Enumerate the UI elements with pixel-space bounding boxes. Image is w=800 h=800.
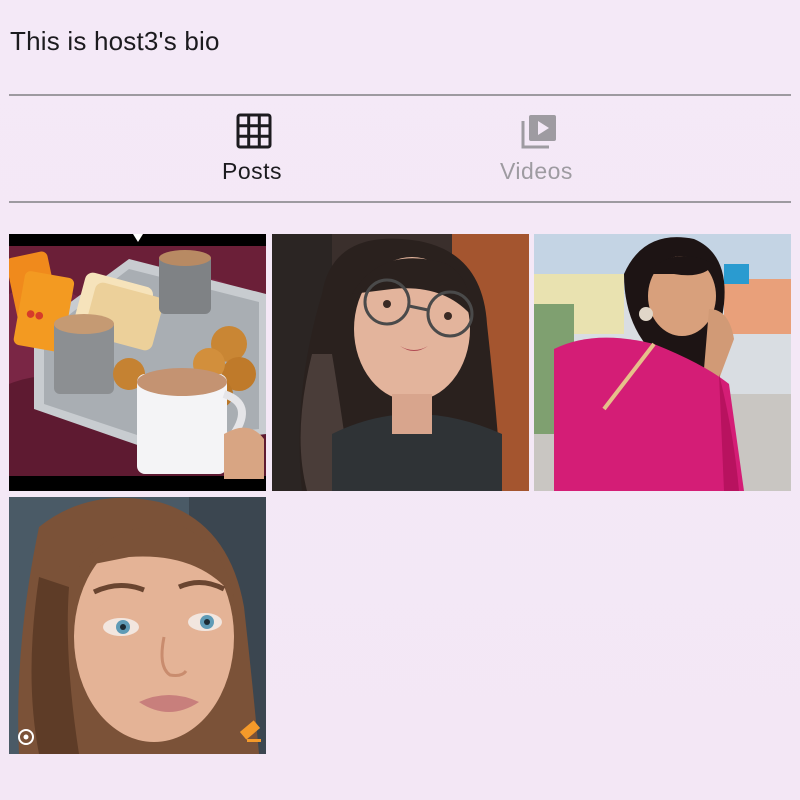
tab-videos-label: Videos [500,158,573,184]
video-library-icon [521,115,556,149]
grid-icon [236,113,272,149]
girl-with-glasses-photo [272,234,529,491]
profile-tabs: Posts Videos [9,96,791,201]
post-thumbnail[interactable] [9,497,266,754]
tab-videos[interactable]: Videos [400,96,791,201]
tab-posts-label: Posts [222,158,283,184]
tab-posts[interactable]: Posts [9,96,400,201]
profile-page: This is host3's bio Posts Videos ●● [0,0,800,800]
post-thumbnail[interactable] [272,234,529,491]
post-thumbnail[interactable]: ●● [9,234,266,491]
tea-and-biscuits-photo: ●● [9,234,266,491]
profile-bio: This is host3's bio [10,26,220,56]
woman-in-pink-saree-photo [534,234,791,491]
post-thumbnail[interactable] [534,234,791,491]
woman-portrait-photo [9,497,266,754]
bottom-divider [9,201,791,203]
